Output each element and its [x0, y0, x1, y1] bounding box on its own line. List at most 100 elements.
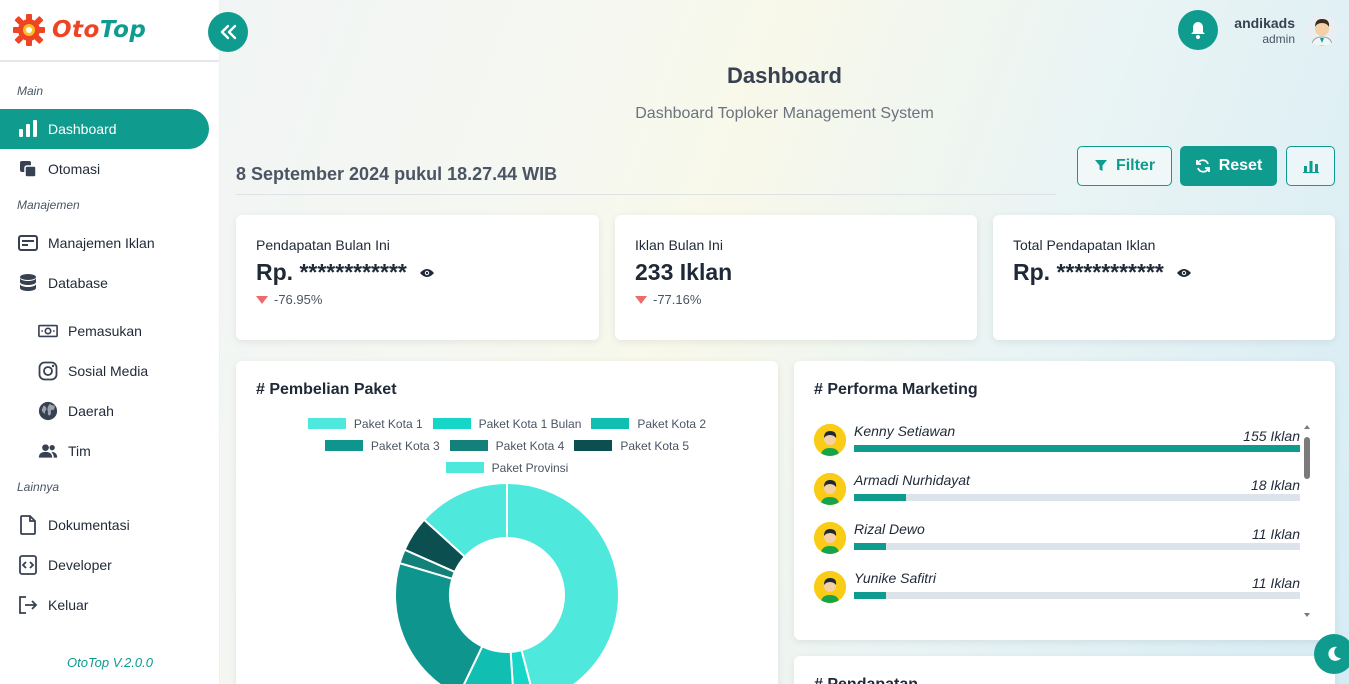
- sidebar: OtoTop Main Dashboard Otomasi Manajemen …: [0, 0, 220, 684]
- sidebar-item-label: Database: [48, 275, 108, 291]
- sidebar-item-label: Developer: [48, 557, 112, 573]
- document-icon: [18, 515, 38, 535]
- bar-chart-icon: [18, 119, 38, 139]
- moon-icon: [1328, 646, 1341, 661]
- user-name[interactable]: andikads: [1234, 15, 1295, 31]
- filter-button[interactable]: Filter: [1077, 146, 1172, 186]
- card-title: # Pembelian Paket: [256, 381, 397, 398]
- notification-button[interactable]: [1178, 10, 1218, 50]
- avatar: [814, 522, 846, 554]
- performa-count: 155 Iklan: [1243, 428, 1300, 444]
- sidebar-item-pemasukan[interactable]: Pemasukan: [0, 311, 209, 351]
- legend-swatch: [591, 418, 630, 429]
- donut-chart: [394, 483, 620, 684]
- legend-row: Paket Provinsi: [236, 460, 778, 475]
- sidebar-item-sosial-media[interactable]: Sosial Media: [0, 351, 209, 391]
- stat-value-text: Rp. ************: [1013, 259, 1164, 285]
- sidebar-item-database[interactable]: Database: [0, 263, 209, 303]
- sidebar-item-dashboard[interactable]: Dashboard: [0, 109, 209, 149]
- filter-icon: [1094, 160, 1107, 171]
- down-triangle-icon: [256, 295, 268, 304]
- sidebar-item-label: Dashboard: [48, 121, 117, 137]
- legend-swatch: [324, 440, 363, 451]
- collapse-sidebar-button[interactable]: [208, 12, 248, 52]
- legend-item[interactable]: Paket Provinsi: [445, 460, 569, 475]
- legend-item[interactable]: Paket Kota 2: [591, 417, 706, 431]
- page-title: Dashboard: [727, 63, 842, 88]
- app-version: OtoTop V.2.0.0: [66, 655, 153, 670]
- stat-value: 233 Iklan: [635, 259, 957, 286]
- instagram-icon: [38, 361, 58, 381]
- legend-item[interactable]: Paket Kota 4: [449, 438, 565, 453]
- performa-count: 11 Iklan: [1252, 526, 1300, 542]
- sidebar-item-otomasi[interactable]: Otomasi: [0, 149, 209, 189]
- database-icon: [18, 273, 38, 293]
- chart-view-button[interactable]: [1286, 146, 1335, 186]
- dark-mode-toggle[interactable]: [1314, 634, 1349, 674]
- card-icon: [18, 233, 38, 253]
- scrollbar[interactable]: [1303, 423, 1311, 619]
- eye-icon[interactable]: [1176, 268, 1192, 278]
- stat-change-value: -77.16%: [653, 292, 702, 307]
- sidebar-item-developer[interactable]: Developer: [0, 545, 209, 585]
- sidebar-item-daerah[interactable]: Daerah: [0, 391, 209, 431]
- reset-button[interactable]: Reset: [1180, 146, 1277, 186]
- bell-icon: [1191, 22, 1205, 39]
- scroll-down-icon[interactable]: [1303, 611, 1311, 619]
- avatar: [814, 473, 846, 505]
- sidebar-item-dokumentasi[interactable]: Dokumentasi: [0, 505, 209, 545]
- donut-slice[interactable]: [506, 483, 620, 684]
- code-icon: [18, 555, 38, 575]
- legend-item[interactable]: Paket Kota 3: [324, 438, 440, 453]
- sidebar-item-label: Pemasukan: [68, 323, 142, 339]
- refresh-icon: [1195, 159, 1210, 173]
- sidebar-item-manajemen-iklan[interactable]: Manajemen Iklan: [0, 223, 209, 263]
- legend-item[interactable]: Paket Kota 5: [574, 439, 689, 453]
- performa-bar-fill: [854, 445, 1300, 452]
- performa-bar-fill: [854, 543, 886, 550]
- legend-label: Paket Kota 1 Bulan: [478, 416, 582, 431]
- legend-swatch: [432, 418, 471, 429]
- performa-item: Kenny Setiawan 155 Iklan: [814, 419, 1304, 468]
- legend-label: Paket Kota 5: [620, 438, 690, 453]
- legend-label: Paket Provinsi: [491, 460, 569, 475]
- copy-icon: [18, 159, 38, 179]
- stat-value-text: Rp. ************: [256, 259, 407, 285]
- sidebar-item-keluar[interactable]: Keluar: [0, 585, 209, 625]
- stat-value-text: 233 Iklan: [635, 259, 733, 285]
- reset-label: Reset: [1218, 157, 1263, 174]
- legend-label: Paket Kota 3: [370, 438, 440, 453]
- legend-swatch: [574, 440, 613, 451]
- user-role: admin: [1262, 32, 1295, 46]
- section-main: Main: [17, 84, 44, 98]
- stat-label: Pendapatan Bulan Ini: [256, 237, 390, 253]
- eye-icon[interactable]: [419, 268, 435, 278]
- sidebar-item-label: Tim: [68, 443, 91, 459]
- performa-count: 18 Iklan: [1250, 477, 1300, 493]
- stat-label: Total Pendapatan Iklan: [1013, 237, 1156, 253]
- legend-label: Paket Kota 4: [495, 438, 565, 453]
- logo[interactable]: OtoTop: [0, 0, 219, 62]
- current-datetime: 8 September 2024 pukul 18.27.44 WIB: [236, 164, 558, 184]
- sidebar-item-tim[interactable]: Tim: [0, 431, 209, 471]
- performa-list: Kenny Setiawan 155 Iklan Armadi Nurhidayat…: [814, 419, 1304, 619]
- legend-label: Paket Kota 1: [353, 416, 423, 431]
- performa-name: Kenny Setiawan: [854, 423, 956, 439]
- performa-item: [814, 615, 1304, 619]
- down-triangle-icon: [635, 295, 647, 304]
- performa-name: Yunike Safitri: [854, 570, 936, 586]
- logout-icon: [18, 595, 38, 615]
- user-avatar[interactable]: [1306, 14, 1338, 46]
- scroll-up-icon[interactable]: [1303, 423, 1311, 431]
- donut-slice[interactable]: [394, 561, 484, 684]
- performa-name: Armadi Nurhidayat: [854, 472, 970, 488]
- legend-item[interactable]: Paket Kota 1: [307, 416, 423, 431]
- sidebar-item-label: Daerah: [68, 403, 114, 419]
- performa-bar-fill: [854, 592, 886, 599]
- page-subtitle: Dashboard Toploker Management System: [635, 105, 934, 122]
- filter-label: Filter: [1115, 157, 1156, 174]
- legend-item[interactable]: Paket Kota 1 Bulan: [432, 416, 582, 431]
- scroll-thumb[interactable]: [1304, 437, 1310, 479]
- performa-bar-fill: [854, 494, 906, 501]
- avatar: [814, 571, 846, 603]
